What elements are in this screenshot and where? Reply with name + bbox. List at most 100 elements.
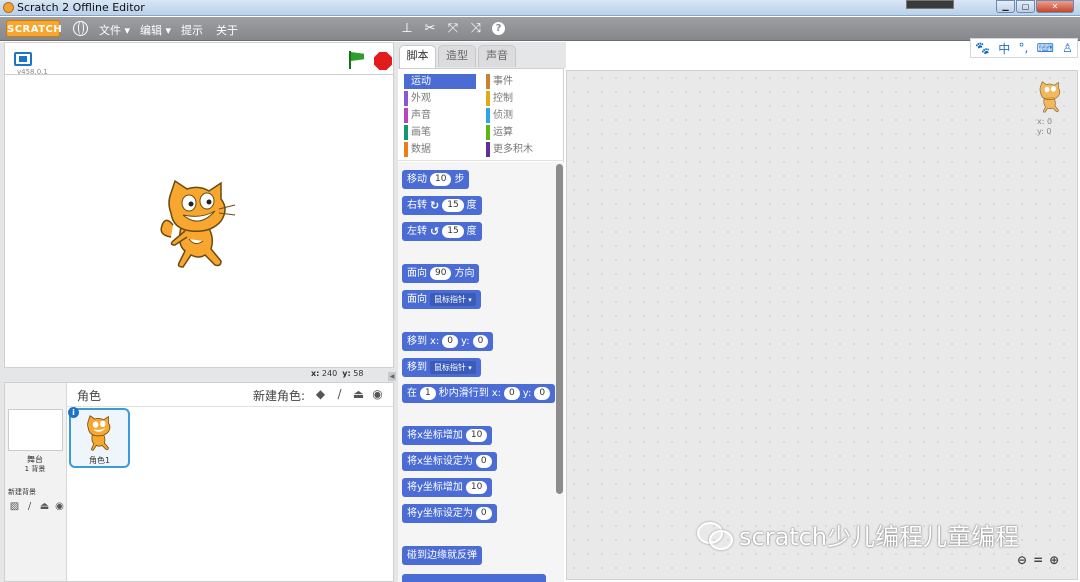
duplicate-stamp-icon[interactable]: ⊥ [400, 21, 414, 36]
menu-bar: SCRATCH 文件 ▾ 编辑 ▾ 提示 关于 ⊥ ✂ ⤧ ⤨ ? [0, 17, 1080, 41]
editor-tabs: 脚本 造型 声音 [398, 42, 566, 68]
presentation-mode-icon[interactable] [14, 52, 32, 66]
zoom-reset-icon[interactable]: = [1033, 553, 1043, 567]
scratch-logo[interactable]: SCRATCH [6, 20, 62, 37]
tab-scripts[interactable]: 脚本 [399, 45, 436, 68]
stage-header: v458.0.1 [4, 42, 394, 76]
ime-punctuation-toggle[interactable]: °, [1019, 41, 1029, 55]
maximize-button[interactable]: ▢ [1016, 0, 1035, 13]
block-set-y[interactable]: 将y坐标设定为 0 [402, 504, 497, 523]
stop-icon[interactable] [374, 52, 392, 70]
new-backdrop-tools: ▨ / ⏏ ◉ [8, 500, 66, 512]
minimize-button[interactable]: ▁ [996, 0, 1015, 13]
ime-user-icon[interactable]: ♙ [1062, 41, 1073, 55]
ime-keyboard-icon[interactable]: ⌨ [1037, 41, 1054, 55]
ime-language-toggle[interactable]: 中 [998, 40, 1010, 57]
sprite-camera-icon[interactable]: ◉ [370, 386, 385, 401]
menu-about[interactable]: 关于 [216, 22, 238, 38]
sprite-upload-icon[interactable]: ⏏ [351, 386, 366, 401]
sprite-header: 角色 新建角色: ◆ / ⏏ ◉ [67, 383, 393, 407]
category-pen[interactable]: 画笔 [404, 125, 431, 140]
rotate-clockwise-icon: ↻ [430, 199, 440, 212]
backdrop-upload-icon[interactable]: ⏏ [38, 500, 51, 512]
block-goto-xy[interactable]: 移到 x: 0 y: 0 [402, 332, 494, 351]
help-icon[interactable]: ? [492, 22, 505, 35]
category-control[interactable]: 控制 [486, 91, 513, 106]
category-operators[interactable]: 运算 [486, 125, 513, 140]
menu-edit[interactable]: 编辑 ▾ [140, 22, 171, 38]
stage-canvas[interactable] [4, 74, 394, 368]
block-point-towards[interactable]: 面向 鼠标指针 [402, 290, 481, 309]
green-flag-icon[interactable] [348, 51, 364, 69]
sprite-paint-icon[interactable]: / [332, 386, 347, 401]
stage-thumbnail[interactable] [8, 409, 63, 451]
zoom-controls: ⊖ = ⊕ [1017, 553, 1059, 567]
backdrop-paint-icon[interactable]: / [23, 500, 36, 512]
cat-thumbnail-image [87, 415, 111, 451]
window-controls: ▁ ▢ ✕ [996, 0, 1074, 13]
palette-scrollbar[interactable] [556, 164, 563, 494]
sprite-library: 舞台 1 背景 新建背景 ▨ / ⏏ ◉ 角色 新建角色: ◆ / ⏏ ◉ i [4, 382, 394, 582]
cat-sprite[interactable] [155, 179, 245, 269]
current-sprite-preview [1039, 81, 1061, 113]
wechat-icon [697, 521, 733, 550]
block-bounce-edge[interactable]: 碰到边缘就反弹 [402, 546, 482, 565]
block-palette: 运动 事件 外观 控制 声音 侦测 画笔 运算 数据 更多积木 移动 10 步 右转… [398, 68, 564, 582]
collapse-stage-arrow-icon[interactable]: ◀ [388, 372, 396, 381]
block-change-x[interactable]: 将x坐标增加 10 [402, 426, 493, 445]
category-sound[interactable]: 声音 [404, 108, 431, 123]
grow-icon[interactable]: ⤧ [446, 21, 460, 36]
stage-column: 舞台 1 背景 新建背景 ▨ / ⏏ ◉ [5, 383, 67, 581]
zoom-in-icon[interactable]: ⊕ [1049, 553, 1059, 567]
rotate-counterclockwise-icon: ↺ [430, 225, 440, 238]
category-sensing[interactable]: 侦测 [486, 108, 513, 123]
block-turn-left[interactable]: 左转 ↺ 15 度 [402, 222, 482, 241]
category-looks[interactable]: 外观 [404, 91, 431, 106]
window-title: Scratch 2 Offline Editor [17, 1, 145, 14]
sprite-name: 角色1 [88, 456, 111, 465]
menu-tips[interactable]: 提示 [181, 22, 203, 38]
script-area[interactable]: x: 0 y: 0 scratch少儿编程儿童编程 ⊖ = ⊕ [566, 70, 1078, 580]
block-glide[interactable]: 在 1 秒内滑行到 x: 0 y: 0 [402, 384, 556, 403]
info-icon[interactable]: i [68, 407, 79, 418]
taskbar-thumbnail [906, 0, 954, 9]
category-events[interactable]: 事件 [486, 74, 513, 89]
title-bar: Scratch 2 Offline Editor ▁ ▢ ✕ [0, 0, 1080, 16]
block-categories: 运动 事件 外观 控制 声音 侦测 画笔 运算 数据 更多积木 [398, 69, 564, 161]
sprite-library-icon[interactable]: ◆ [313, 386, 328, 401]
new-sprite-label: 新建角色: [253, 389, 306, 403]
block-point-direction[interactable]: 面向 90 方向 [402, 264, 480, 283]
category-motion[interactable]: 运动 [404, 74, 476, 89]
zoom-out-icon[interactable]: ⊖ [1017, 553, 1027, 567]
menu-file[interactable]: 文件 ▾ [99, 22, 130, 38]
new-backdrop-label: 新建背景 [8, 488, 36, 496]
category-more-blocks[interactable]: 更多积木 [486, 142, 533, 157]
backdrop-library-icon[interactable]: ▨ [8, 500, 21, 512]
sprites-label: 角色 [77, 389, 102, 403]
block-change-y[interactable]: 将y坐标增加 10 [402, 478, 493, 497]
sprite-thumbnail[interactable]: i 角色1 [68, 407, 130, 468]
block-partial[interactable] [402, 574, 546, 582]
mouse-coordinates: x: 240 y: 58 [311, 369, 364, 378]
new-sprite-tools: ◆ / ⏏ ◉ [313, 386, 385, 401]
sprite-tools: ⊥ ✂ ⤧ ⤨ ? [400, 21, 505, 36]
backdrop-camera-icon[interactable]: ◉ [53, 500, 66, 512]
left-panel: v458.0.1 x: 240 y: 58 ◀ 舞台 1 背景 新建背景 ▨ /… [0, 42, 398, 582]
backdrop-count: 1 背景 [24, 465, 46, 473]
close-button[interactable]: ✕ [1036, 0, 1074, 13]
block-turn-right[interactable]: 右转 ↻ 15 度 [402, 196, 482, 215]
blocks-list: 移动10步 右转↻15度 左转↺15度 面向90方向 面向鼠标指针 移到x:0y… [398, 162, 564, 582]
category-data[interactable]: 数据 [404, 142, 431, 157]
cut-scissors-icon[interactable]: ✂ [423, 21, 437, 36]
tab-sounds[interactable]: 声音 [478, 45, 516, 67]
language-globe-icon[interactable] [73, 21, 88, 36]
tab-costumes[interactable]: 造型 [438, 45, 476, 67]
shrink-icon[interactable]: ⤨ [469, 21, 483, 36]
ime-toolbar: 🐾 中 °, ⌨ ♙ [970, 38, 1078, 58]
scratch-app-icon [3, 2, 14, 13]
watermark: scratch少儿编程儿童编程 [697, 517, 1019, 552]
block-goto-target[interactable]: 移到 鼠标指针 [402, 358, 481, 377]
ime-paw-icon[interactable]: 🐾 [975, 41, 990, 55]
block-set-x[interactable]: 将x坐标设定为 0 [402, 452, 497, 471]
block-move-steps[interactable]: 移动 10 步 [402, 170, 470, 189]
